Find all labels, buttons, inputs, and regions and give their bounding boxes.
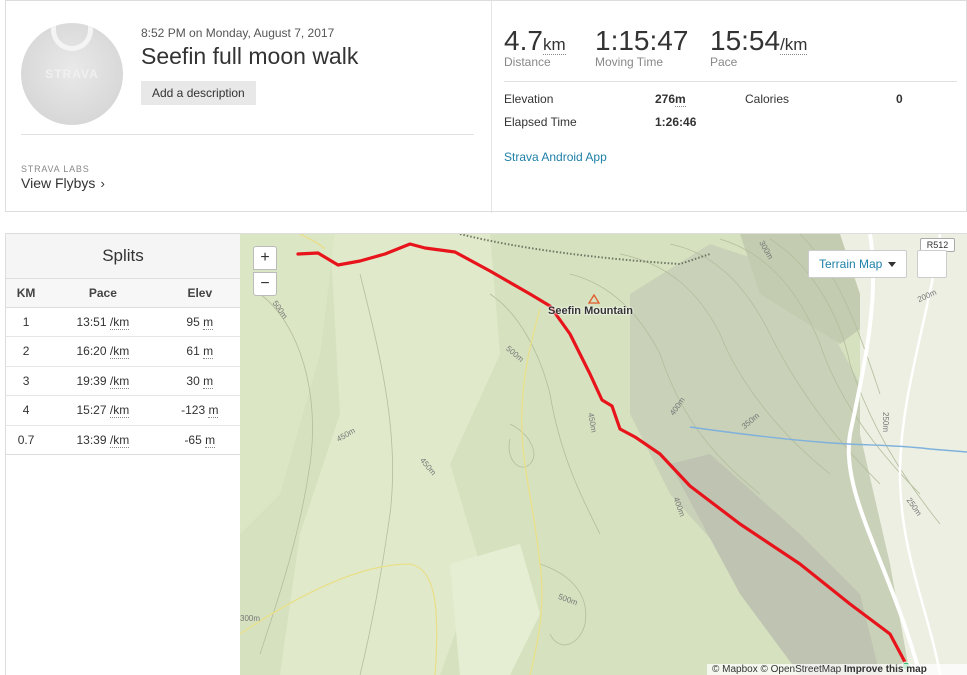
- distance-stat: 4.7km Distance: [504, 25, 566, 69]
- splits-header-row: KM Pace Elev: [6, 279, 240, 308]
- split-elev-value: 95: [186, 314, 200, 329]
- split-km: 2: [6, 336, 47, 367]
- split-row: 2 16:20 /km 61 m: [6, 336, 240, 367]
- pace-label: Pace: [710, 55, 738, 69]
- split-km: 0.7: [6, 425, 47, 455]
- elapsed-time-label: Elapsed Time: [504, 115, 577, 129]
- distance-label: Distance: [504, 55, 551, 69]
- analysis-section: Splits KM Pace Elev 1 13:51 /km 95 m 2 16:20…: [5, 233, 967, 675]
- split-row: 1 13:51 /km 95 m: [6, 307, 240, 337]
- split-pace-unit: /km: [109, 344, 130, 360]
- map-layer-label: Terrain Map: [819, 257, 883, 271]
- split-pace-unit: /km: [109, 373, 130, 389]
- split-pace: 13:39 /km: [46, 425, 160, 455]
- map-attribution: © Mapbox © OpenStreetMap Improve this ma…: [707, 664, 967, 675]
- split-elev-unit: m: [203, 344, 214, 360]
- split-elev-value: -65: [184, 432, 202, 447]
- split-row: 0.7 13:39 /km -65 m: [6, 425, 240, 455]
- split-elev: -65 m: [159, 425, 240, 455]
- activity-datetime: 8:52 PM on Monday, August 7, 2017: [141, 26, 335, 40]
- split-km: 1: [6, 307, 47, 337]
- split-row: 4 15:27 /km -123 m: [6, 395, 240, 426]
- split-pace: 19:39 /km: [46, 366, 160, 396]
- improve-map-link[interactable]: Improve this map: [844, 664, 927, 675]
- moving-time-label: Moving Time: [595, 55, 664, 69]
- contour-label: 250m: [881, 412, 890, 433]
- split-elev: 95 m: [159, 307, 240, 337]
- strava-labs-tag: STRAVA LABS: [21, 164, 90, 174]
- split-elev-unit: m: [205, 432, 216, 448]
- split-pace-value: 15:27: [76, 403, 107, 418]
- splits-body: 1 13:51 /km 95 m 2 16:20 /km 61 m 3 19:39 /km 30…: [6, 307, 240, 455]
- split-elev-value: 61: [186, 344, 200, 359]
- chevron-right-icon: ›: [100, 176, 105, 191]
- pace-unit: /km: [780, 35, 808, 55]
- split-elev-unit: m: [203, 314, 214, 330]
- split-elev-value: 30: [186, 373, 200, 388]
- left-divider: [21, 134, 474, 135]
- split-elev: 30 m: [159, 366, 240, 396]
- peak-label: Seefin Mountain: [548, 305, 633, 317]
- elapsed-time-value: 1:26:46: [655, 115, 697, 129]
- avatar-brand-text: STRAVA: [45, 67, 99, 81]
- view-flybys-label: View Flybys: [21, 175, 96, 191]
- split-elev-unit: m: [208, 403, 219, 419]
- elevation-number: 276: [655, 92, 676, 106]
- pace-stat: 15:54/km Pace: [710, 25, 808, 69]
- fullscreen-button[interactable]: [917, 250, 947, 278]
- split-pace-unit: /km: [109, 403, 130, 419]
- device-link[interactable]: Strava Android App: [504, 150, 607, 164]
- activity-title: Seefin full moon walk: [141, 43, 359, 69]
- split-pace-value: 13:39: [76, 432, 107, 447]
- terrain-map-canvas: [240, 234, 967, 675]
- pace-value: 15:54: [710, 25, 781, 56]
- elevation-unit: m: [675, 92, 686, 107]
- map-layer-dropdown[interactable]: Terrain Map: [808, 250, 908, 278]
- split-elev-value: -123: [181, 403, 206, 418]
- summary-divider: [491, 1, 492, 213]
- contour-label: 300m: [240, 614, 261, 623]
- right-divider: [504, 81, 957, 82]
- route-map[interactable]: R512 + − Terrain Map Seefin Mountain 500…: [240, 234, 967, 675]
- split-pace-unit: /km: [109, 314, 130, 330]
- splits-col-elev: Elev: [159, 279, 240, 308]
- zoom-in-button[interactable]: +: [253, 246, 277, 270]
- distance-unit: km: [542, 35, 566, 55]
- activity-summary-card: STRAVA 8:52 PM on Monday, August 7, 2017…: [5, 0, 967, 213]
- caret-down-icon: [888, 262, 897, 268]
- split-pace: 15:27 /km: [46, 395, 160, 426]
- split-pace-value: 19:39: [76, 373, 107, 388]
- splits-title: Splits: [6, 234, 240, 279]
- split-elev-unit: m: [203, 373, 214, 389]
- zoom-out-button[interactable]: −: [253, 272, 277, 296]
- split-pace: 13:51 /km: [46, 307, 160, 337]
- splits-col-km: KM: [6, 279, 47, 308]
- moving-time-value: 1:15:47: [595, 25, 689, 56]
- elevation-label: Elevation: [504, 92, 554, 106]
- split-row: 3 19:39 /km 30 m: [6, 366, 240, 396]
- attribution-text: © Mapbox © OpenStreetMap: [712, 664, 842, 675]
- calories-value: 0: [896, 92, 903, 106]
- moving-time-stat: 1:15:47 Moving Time: [595, 25, 688, 69]
- split-km: 3: [6, 366, 47, 396]
- splits-col-pace: Pace: [46, 279, 160, 308]
- calories-label: Calories: [745, 92, 790, 106]
- view-flybys-link[interactable]: View Flybys ›: [21, 175, 105, 191]
- split-pace-value: 16:20: [76, 344, 107, 359]
- splits-panel: Splits KM Pace Elev 1 13:51 /km 95 m 2 16:20…: [5, 234, 240, 675]
- split-pace: 16:20 /km: [46, 336, 160, 367]
- elevation-value: 276m: [655, 92, 686, 107]
- split-pace-value: 13:51: [76, 314, 107, 329]
- avatar-shirt-collar: [51, 23, 93, 51]
- athlete-avatar[interactable]: STRAVA: [21, 23, 123, 125]
- split-elev: 61 m: [159, 336, 240, 367]
- add-description-button[interactable]: Add a description: [141, 81, 256, 105]
- split-elev: -123 m: [159, 395, 240, 426]
- split-pace-unit: /km: [109, 432, 130, 448]
- split-km: 4: [6, 395, 47, 426]
- distance-value: 4.7: [504, 25, 543, 56]
- splits-table: KM Pace Elev 1 13:51 /km 95 m 2 16:20 /km 61 …: [6, 279, 240, 455]
